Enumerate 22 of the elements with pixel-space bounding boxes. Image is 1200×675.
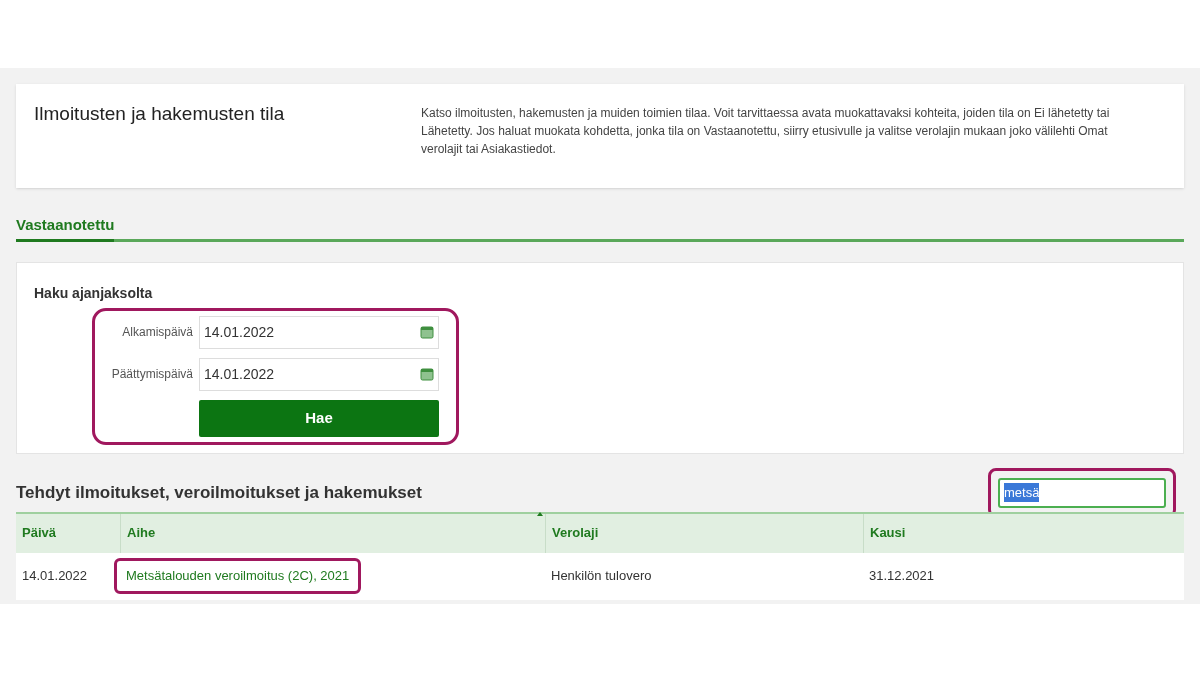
sort-indicator-icon	[537, 511, 543, 516]
table-cell: Henkilön tulovero	[551, 568, 652, 584]
field-label: Alkamispäivä	[121, 324, 193, 341]
search-button[interactable]: Hae	[199, 399, 439, 437]
tab[interactable]: Vastaanotettu	[16, 214, 115, 242]
table-cell: 14.01.2022	[22, 568, 88, 584]
page-title: Ilmoitusten ja hakemusten tila	[34, 102, 286, 126]
column-header[interactable]: Kausi	[870, 523, 906, 543]
page-description: Katso ilmoitusten, hakemusten ja muiden toimien tilaa. Voit tarvittaessa avata muokattavaksi kohteita, joiden tila on Ei lähetetty tai Lähetetty. Jos haluat muokata kohdetta, jonka tila on Vastaanotettu, siirry etusivulle ja valitse verolajin mukaan joko välilehti Omat verolajit tai Asiakastiedot.	[421, 105, 1111, 158]
section-title: Haku ajanjaksolta	[34, 283, 154, 303]
table-cell: 31.12.2021	[869, 568, 935, 584]
column-header[interactable]: Päivä	[22, 523, 56, 543]
date-field[interactable]: 14.01.2022	[199, 315, 439, 349]
column-header[interactable]: Verolaji	[552, 523, 599, 543]
subject-link[interactable]: Metsätalouden veroilmoitus (2C), 2021	[126, 568, 350, 584]
date-field[interactable]: 14.01.2022	[199, 357, 439, 391]
field-label: Päättymispäivä	[110, 366, 193, 383]
filter-field[interactable]: metsä	[998, 477, 1166, 508]
calendar-icon[interactable]	[420, 367, 434, 381]
calendar-icon[interactable]	[420, 325, 434, 339]
results-title: Tehdyt ilmoitukset, veroilmoitukset ja hakemukset	[16, 481, 422, 504]
column-header[interactable]: Aihe	[127, 523, 156, 543]
